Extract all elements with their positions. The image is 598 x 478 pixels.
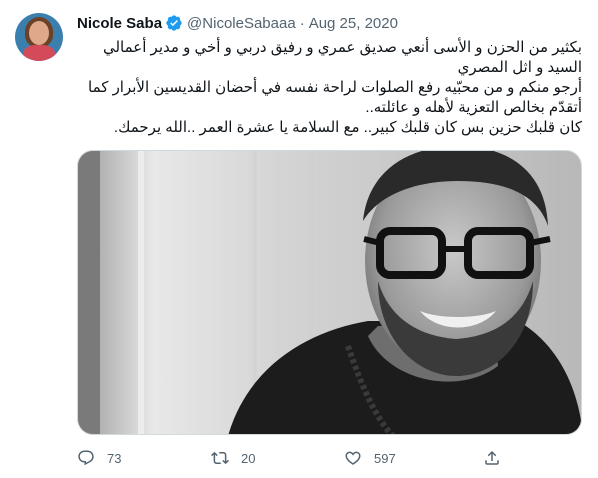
author-name[interactable]: Nicole Saba bbox=[77, 15, 162, 32]
tweet-text-line: أتقدّم بخالص التعزية لأهله و عائلته.. bbox=[365, 99, 582, 116]
tweet-actions: 73 20 597 bbox=[77, 446, 582, 470]
like-icon bbox=[345, 451, 361, 465]
tweet-text-line: أرجو منكم و من محبّيه رفع الصلوات لراحة … bbox=[88, 79, 582, 96]
author-handle[interactable]: @NicoleSabaaa bbox=[187, 15, 296, 32]
like-count: 597 bbox=[374, 450, 396, 466]
tweet[interactable]: Nicole Saba @NicoleSabaaa · Aug 25, 2020… bbox=[0, 0, 598, 478]
retweet-icon bbox=[211, 451, 229, 465]
tweet-photo[interactable] bbox=[77, 150, 582, 435]
avatar[interactable] bbox=[15, 13, 63, 61]
like-button[interactable]: 597 bbox=[344, 446, 396, 470]
tweet-header: Nicole Saba @NicoleSabaaa · Aug 25, 2020 bbox=[77, 13, 398, 33]
tweet-text-line: السيد و اثل المصري bbox=[457, 59, 582, 76]
tweet-text-line: بكثير من الحزن و الأسى أنعي صديق عمري و … bbox=[102, 39, 582, 56]
retweet-count: 20 bbox=[241, 450, 256, 466]
tweet-text-line: كان قلبك حزين بس كان قلبك كبير.. مع السل… bbox=[113, 119, 582, 136]
verified-badge-icon bbox=[165, 14, 183, 32]
reply-count: 73 bbox=[107, 450, 122, 466]
reply-button[interactable]: 73 bbox=[77, 446, 121, 470]
header-separator: · bbox=[299, 14, 305, 32]
reply-icon bbox=[78, 450, 94, 466]
tweet-text: بكثير من الحزن و الأسى أنعي صديق عمري و … bbox=[77, 38, 582, 138]
retweet-button[interactable]: 20 bbox=[211, 446, 255, 470]
tweet-date[interactable]: Aug 25, 2020 bbox=[309, 15, 398, 32]
share-button[interactable] bbox=[483, 446, 501, 470]
share-icon bbox=[485, 450, 499, 465]
